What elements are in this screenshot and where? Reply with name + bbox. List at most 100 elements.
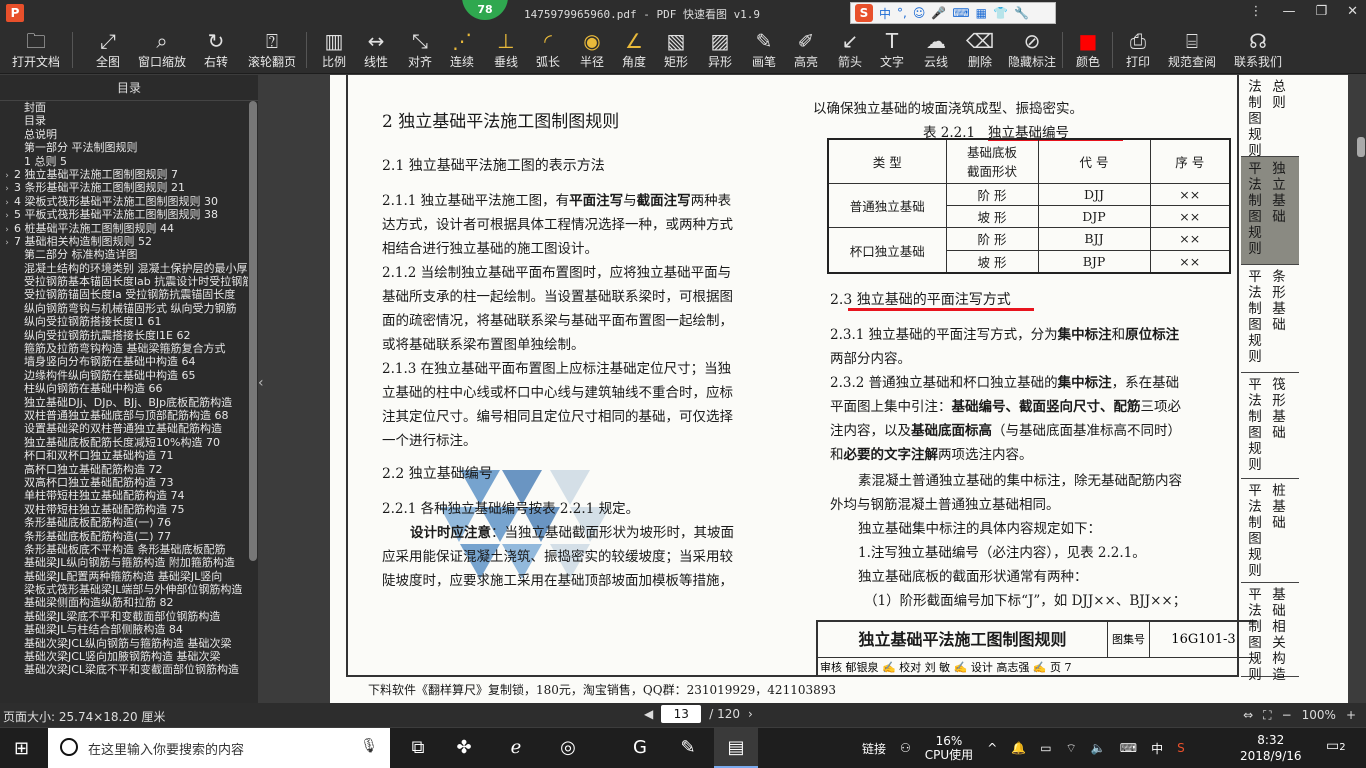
battery-icon[interactable]: ▭ [1040,741,1051,755]
toolbar-continuous-button[interactable]: ⋰ 连续 [446,28,478,72]
toolbar-brush-button[interactable]: ✎ 画笔 [748,28,780,72]
pinwheel-app-icon[interactable]: ✤ [442,728,486,768]
toc-item[interactable]: 基础梁JL配置两种箍筋构造 基础梁JL竖向 [0,570,248,583]
notification-icon[interactable]: ▭2 [1326,738,1346,754]
toolbar-perpendicular-button[interactable]: ⊥ 垂线 [490,28,522,72]
toc-item[interactable]: 基础次梁JCL竖向加腋钢筋构造 基础次梁 [0,650,248,663]
chevron-right-icon[interactable]: › [0,224,14,235]
toolbar-cloud-button[interactable]: ☁ 云线 [920,28,952,72]
wrench-icon[interactable]: 🔧 [1014,6,1029,20]
section-tab[interactable]: 平法制图规则筏形基础 [1241,373,1299,479]
toolbar-rotate-button[interactable]: ↻ 右转 [200,28,232,72]
mic-icon[interactable]: 🎤 [931,6,946,20]
wifi-icon[interactable]: ⌔ [1066,741,1077,756]
toc-item[interactable]: 基础梁JL梁底不平和变截面部位钢筋构造 [0,610,248,623]
toc-item[interactable]: 边缘构件纵向钢筋在基础中构造 65 [0,369,248,382]
toc-item[interactable]: 基础梁侧面构造纵筋和拉筋 82 [0,596,248,609]
toolbar-angle-button[interactable]: ∠ 角度 [618,28,650,72]
toolbar-print-button[interactable]: ⎙ 打印 [1122,28,1154,72]
notes-app-icon[interactable]: ✎ [666,728,710,768]
section-tab[interactable]: 平法制图规则基础相关构造 [1241,583,1299,683]
menu-icon[interactable]: ⋮ [1249,4,1262,19]
g-app-icon[interactable]: G [618,728,662,768]
viewer-scrollbar[interactable] [1356,75,1366,703]
toolbar-align-button[interactable]: ⤡ 对齐 [404,28,436,72]
section-tab[interactable]: 平法制图规则桩基础 [1241,479,1299,583]
toolbar-scale-button[interactable]: ▥ 比例 [318,28,350,72]
toc-item[interactable]: 条形基础底板配筋构造(二) 77 [0,530,248,543]
toc-item[interactable]: › 2 独立基础平法施工图制图规则 7 [0,168,248,181]
windows-start-icon[interactable]: ⊞ [14,738,29,759]
section-tab[interactable]: 法制图规则总则 [1241,75,1299,159]
toc-item[interactable]: 双高杯口独立基础配筋构造 73 [0,476,248,489]
section-tab[interactable]: 平法制图规则独立基础 [1241,157,1299,265]
sidebar-collapse-button[interactable]: ‹ [258,75,268,703]
toc-scrollbar[interactable] [249,101,257,561]
toolbar-fullview-button[interactable]: ⤢ 全图 [92,28,124,72]
toc-item[interactable]: 纵向受拉钢筋抗震搭接长度l1E 62 [0,329,248,342]
360-browser-icon[interactable]: ◎ [546,728,590,768]
fit-page-icon[interactable]: ⛶ [1263,708,1271,723]
toc-item[interactable]: 封面 [0,101,248,114]
toc-item[interactable]: 受拉钢筋基本锚固长度lab 抗震设计时受拉钢筋 [0,275,248,288]
toolbar-spec-button[interactable]: ⌸ 规范查阅 [1166,28,1218,72]
toc-item[interactable]: 条形基础板底不平构造 条形基础底板配筋 [0,543,248,556]
ime-toolbar[interactable]: S 中 °, ☺ 🎤 ⌨ ▦ 👕 🔧 [850,2,1056,24]
toolbar-window-zoom-button[interactable]: ⌕ 窗口缩放 [136,28,188,72]
toc-item[interactable]: › 3 条形基础平法施工图制图规则 21 [0,181,248,194]
chevron-right-icon[interactable]: › [0,183,14,194]
toc-item[interactable]: 基础梁JL纵向钢筋与箍筋构造 附加箍筋构造 [0,556,248,569]
minimize-icon[interactable]: — [1282,4,1295,19]
toc-item[interactable]: 纵向钢筋弯钩与机械锚固形式 纵向受力钢筋 [0,302,248,315]
speed-badge[interactable]: 78 [462,0,508,20]
toc-item[interactable]: 基础次梁JCL纵向钢筋与箍筋构造 基础次梁 [0,637,248,650]
prev-page-icon[interactable]: ◀ [644,707,653,721]
sogou-tray-icon[interactable]: S [1177,741,1185,755]
toc-item[interactable]: › 7 基础相关构造制图规则 52 [0,235,248,248]
grid-icon[interactable]: ▦ [976,6,987,20]
chevron-right-icon[interactable]: › [0,210,14,221]
toolbar-contact-button[interactable]: ☊ 联系我们 [1232,28,1284,72]
toc-item[interactable]: 条形基础底板配筋构造(一) 76 [0,516,248,529]
page-number-input[interactable]: 13 [661,705,702,723]
toc-item[interactable]: 1 总则 5 [0,155,248,168]
smile-icon[interactable]: ☺ [913,6,926,20]
toc-item[interactable]: 纵向受拉钢筋搭接长度l1 61 [0,315,248,328]
toolbar-radius-button[interactable]: ◉ 半径 [576,28,608,72]
scroll-thumb[interactable] [1357,137,1365,157]
tray-link[interactable]: 链接 [862,740,886,757]
sogou-logo-icon[interactable]: S [855,4,873,22]
shirt-icon[interactable]: 👕 [993,6,1008,20]
toc-item[interactable]: 设置基础梁的双柱普通独立基础配筋构造 [0,422,248,435]
toc-item[interactable]: 杯口和双杯口独立基础构造 71 [0,449,248,462]
toolbar-arc-button[interactable]: ◜ 弧长 [532,28,564,72]
toc-item[interactable]: › 6 桩基础平法施工图制图规则 44 [0,222,248,235]
chevron-right-icon[interactable]: › [0,197,14,208]
toolbar-linear-button[interactable]: ↔ 线性 [360,28,392,72]
zoom-in-icon[interactable]: + [1346,708,1356,723]
zoom-out-icon[interactable]: − [1282,708,1292,723]
bell-icon[interactable]: 🔔 [1011,741,1026,755]
toc-item[interactable]: 高杯口独立基础配筋构造 72 [0,463,248,476]
toolbar-highlight-button[interactable]: ✐ 高亮 [790,28,822,72]
ime-lang[interactable]: 中 [879,5,891,22]
keyboard-icon[interactable]: ⌨ [1120,741,1137,755]
toolbar-scroll-page-button[interactable]: ⍰ 滚轮翻页 [246,28,298,72]
chevron-right-icon[interactable]: › [0,170,14,181]
ie-browser-icon[interactable]: ℯ [494,728,538,768]
mic-icon[interactable]: 🎙 [360,738,378,754]
toolbar-arrow-button[interactable]: ↙ 箭头 [834,28,866,72]
keyboard-icon[interactable]: ⌨ [952,6,969,20]
toc-item[interactable]: 柱纵向钢筋在基础中构造 66 [0,382,248,395]
toc-item[interactable]: 梁板式筏形基础梁JL端部与外伸部位钢筋构造 [0,583,248,596]
toc-item[interactable]: 第二部分 标准构造详图 [0,248,248,261]
section-tab[interactable]: 平法制图规则条形基础 [1241,265,1299,373]
next-page-icon[interactable]: › [748,707,753,721]
toolbar-hide-button[interactable]: ⊘ 隐藏标注 [1006,28,1058,72]
toolbar-open-button[interactable]: 🗀 打开文档 [10,28,62,72]
toolbar-irregular-button[interactable]: ▨ 异形 [704,28,736,72]
toc-item[interactable]: 混凝土结构的环境类别 混凝土保护层的最小厚度 [0,262,248,275]
toc-item[interactable]: › 4 梁板式筏形基础平法施工图制图规则 30 [0,195,248,208]
chevron-right-icon[interactable]: › [0,237,14,248]
toc-item[interactable]: 基础梁JL与柱结合部侧腋构造 84 [0,623,248,636]
